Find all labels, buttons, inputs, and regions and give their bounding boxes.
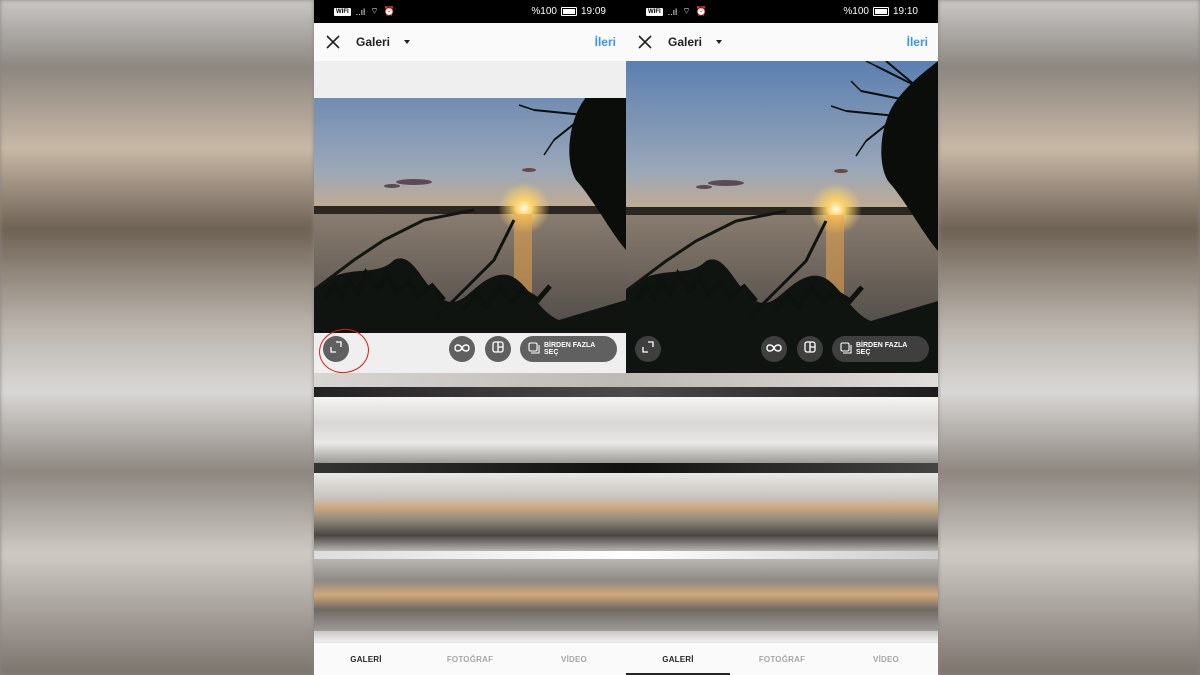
- app-bar: Galeri İleri: [314, 23, 626, 62]
- wifi-icon: ⌔: [370, 6, 379, 16]
- background-blur-left: [0, 0, 314, 675]
- boomerang-button[interactable]: [761, 336, 787, 362]
- photo-preview[interactable]: [626, 61, 938, 373]
- multi-select-button[interactable]: BİRDEN FAZLA SEÇ: [520, 336, 617, 362]
- gallery-thumbnails-blurred: [314, 373, 938, 642]
- clock: 19:09: [580, 6, 606, 17]
- page-title: Galeri: [668, 35, 703, 49]
- boomerang-icon: [454, 340, 470, 358]
- bottom-tab-bar-right: GALERİ FOTOĞRAF VİDEO: [626, 642, 938, 675]
- page-title: Galeri: [356, 35, 391, 49]
- multi-select-label: BİRDEN FAZLA SEÇ: [544, 342, 596, 356]
- alarm-icon: ⏰: [383, 6, 395, 16]
- right-phone-screen: WIFI ..ıl ⌔ ⏰ %100 19:10 Galeri İleri Bİ…: [626, 0, 938, 373]
- status-bar: WIFI ..ıl ⌔ ⏰ %100 19:09: [314, 0, 626, 23]
- background-blur-right: [938, 0, 1200, 675]
- chevron-down-icon: [716, 40, 723, 44]
- tab-video[interactable]: VİDEO: [522, 643, 626, 675]
- gallery-selector[interactable]: Galeri: [668, 35, 723, 49]
- multi-select-icon: [840, 342, 852, 356]
- multi-select-icon: [528, 342, 540, 356]
- signal-icon: ..ıl: [355, 6, 366, 17]
- tab-video[interactable]: VİDEO: [834, 643, 938, 675]
- preview-controls: BİRDEN FAZLA SEÇ: [314, 325, 626, 373]
- status-bar: WIFI ..ıl ⌔ ⏰ %100 19:10: [626, 0, 938, 23]
- app-bar: Galeri İleri: [626, 23, 938, 62]
- tab-photo[interactable]: FOTOĞRAF: [730, 643, 834, 675]
- battery-icon: [560, 7, 577, 16]
- clock: 19:10: [892, 6, 918, 17]
- layout-button[interactable]: [485, 336, 511, 362]
- battery-icon: [872, 7, 889, 16]
- next-button[interactable]: İleri: [595, 35, 616, 49]
- gallery-selector[interactable]: Galeri: [356, 35, 411, 49]
- wifi-badge: WIFI: [334, 7, 351, 16]
- wifi-badge: WIFI: [646, 7, 663, 16]
- close-icon[interactable]: [626, 23, 664, 61]
- preview-controls: BİRDEN FAZLA SEÇ: [626, 336, 938, 364]
- layout-icon: [492, 340, 504, 358]
- expand-icon: [642, 340, 654, 358]
- signal-icon: ..ıl: [667, 6, 678, 17]
- left-phone-screen: WIFI ..ıl ⌔ ⏰ %100 19:09 Galeri İleri Bİ…: [314, 0, 626, 373]
- expand-button[interactable]: [635, 336, 661, 362]
- tab-photo[interactable]: FOTOĞRAF: [418, 643, 522, 675]
- close-icon[interactable]: [314, 23, 352, 61]
- wifi-icon: ⌔: [682, 6, 691, 16]
- boomerang-icon: [766, 340, 782, 358]
- expand-button[interactable]: [316, 325, 372, 373]
- battery-percent: %100: [843, 6, 869, 17]
- tab-gallery[interactable]: GALERİ: [626, 643, 730, 675]
- multi-select-button[interactable]: BİRDEN FAZLA SEÇ: [832, 336, 929, 362]
- layout-button[interactable]: [797, 336, 823, 362]
- chevron-down-icon: [404, 40, 411, 44]
- photo-preview[interactable]: [314, 98, 626, 333]
- preview-padding-top: [314, 61, 626, 98]
- battery-percent: %100: [531, 6, 557, 17]
- bottom-tab-bar-left: GALERİ FOTOĞRAF VİDEO: [314, 642, 626, 675]
- boomerang-button[interactable]: [449, 336, 475, 362]
- alarm-icon: ⏰: [695, 6, 707, 16]
- next-button[interactable]: İleri: [907, 35, 928, 49]
- multi-select-label: BİRDEN FAZLA SEÇ: [856, 342, 908, 356]
- tab-gallery[interactable]: GALERİ: [314, 643, 418, 675]
- layout-icon: [804, 340, 816, 358]
